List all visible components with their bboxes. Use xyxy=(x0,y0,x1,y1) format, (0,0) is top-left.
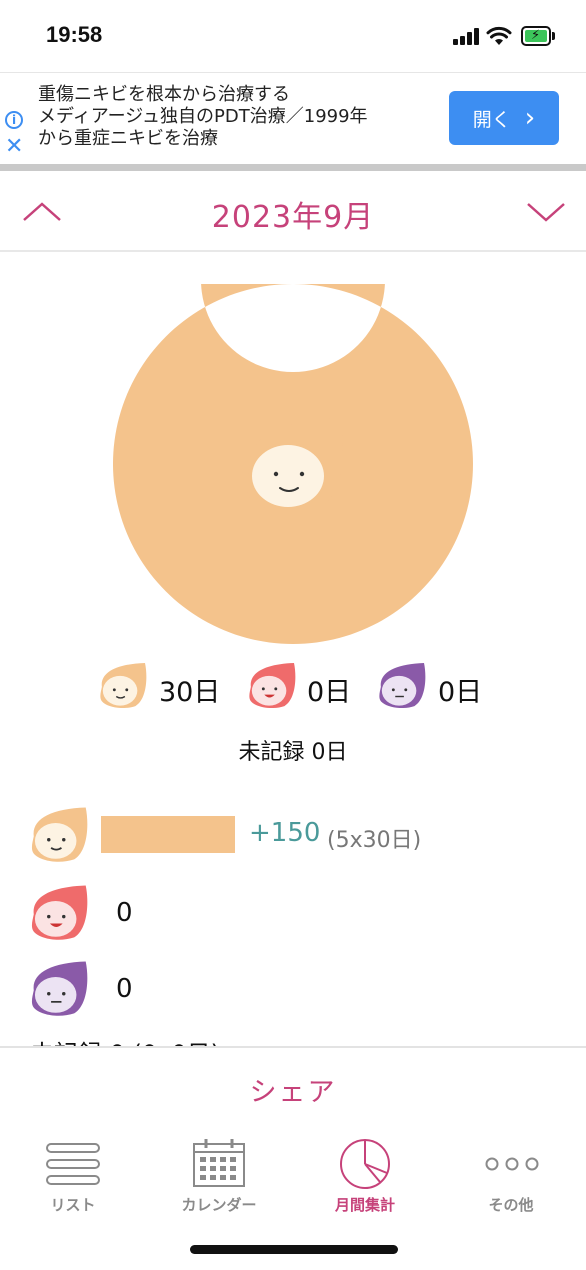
battery-icon: ⚡ xyxy=(521,26,551,46)
chevron-right-icon: › xyxy=(524,103,536,133)
month-title: 2023年9月 xyxy=(211,200,375,235)
orange-character-icon xyxy=(246,418,343,512)
tab-list[interactable]: リスト xyxy=(0,1136,146,1220)
score-bar xyxy=(101,816,235,853)
tab-label: リスト xyxy=(50,1196,96,1214)
ad-open-label: 開く xyxy=(472,108,511,131)
more-icon xyxy=(485,1157,539,1171)
status-time: 19:58 xyxy=(46,22,103,47)
orange-character-icon xyxy=(100,662,147,708)
orange-character-icon xyxy=(31,807,88,862)
signal-icon xyxy=(453,28,483,45)
tab-monthly-summary[interactable]: 月間集計 xyxy=(292,1136,438,1220)
wifi-icon xyxy=(486,26,512,45)
legend-days-red: 0日 xyxy=(307,677,352,708)
list-icon xyxy=(46,1143,100,1185)
tab-label: カレンダー xyxy=(181,1196,257,1214)
tab-other[interactable]: その他 xyxy=(438,1136,584,1220)
clipped-list-item: 未記録 0 (0x0日) xyxy=(0,1030,586,1046)
tab-calendar[interactable]: カレンダー xyxy=(146,1136,292,1220)
score-value: 0 xyxy=(116,898,133,928)
score-detail: (5x30日) xyxy=(327,828,422,853)
pie-chart-icon xyxy=(340,1139,390,1189)
score-value: +150 xyxy=(249,818,321,848)
tab-label: その他 xyxy=(488,1196,534,1214)
ad-open-button[interactable]: 開く › xyxy=(449,91,559,145)
legend-days-purple: 0日 xyxy=(438,677,483,708)
purple-character-icon xyxy=(379,662,426,708)
tab-label: 月間集計 xyxy=(334,1196,395,1214)
legend-days-orange: 30日 xyxy=(159,677,221,708)
header-divider xyxy=(0,250,586,252)
home-indicator xyxy=(190,1245,398,1254)
unrecorded-summary: 未記録 0日 xyxy=(238,740,348,765)
ad-info-icon[interactable]: i xyxy=(5,111,23,129)
red-character-icon xyxy=(31,885,88,940)
calendar-icon xyxy=(193,1139,245,1187)
ad-text-line: メディアージュ独自のPDT治療／1999年 xyxy=(38,106,368,127)
ad-separator xyxy=(0,164,586,171)
score-value: 0 xyxy=(116,974,133,1004)
battery-tip xyxy=(552,32,555,40)
ad-text-line: 重傷ニキビを根本から治療する xyxy=(38,84,290,105)
red-character-icon xyxy=(249,662,296,708)
unrecorded-row-text: 未記録 0 (0x0日) xyxy=(30,1034,220,1046)
ad-close-icon[interactable]: ✕ xyxy=(5,136,23,158)
ad-text-line: から重症ニキビを治療 xyxy=(38,128,218,149)
chevron-down-icon[interactable] xyxy=(526,200,566,224)
share-button[interactable]: シェア xyxy=(0,1070,586,1109)
purple-character-icon xyxy=(31,961,88,1016)
content-divider xyxy=(0,1046,586,1048)
